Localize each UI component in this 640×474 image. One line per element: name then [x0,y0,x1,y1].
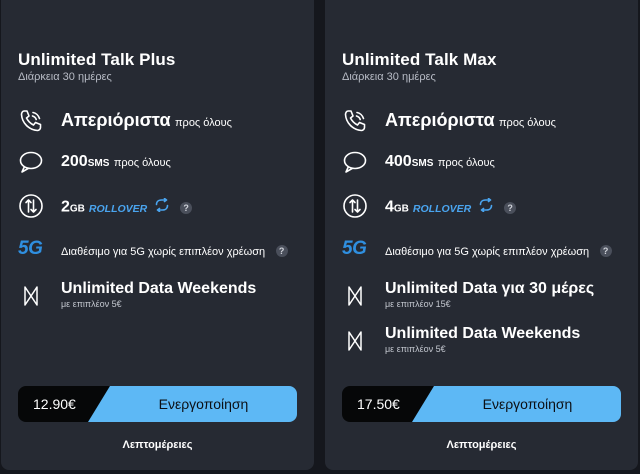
feature-calls: Απεριόριστα προς όλους [342,108,628,134]
chat-bubble-icon [342,149,368,175]
sms-suffix: προς όλους [437,157,495,169]
details-link[interactable]: Λεπτομέρειες [325,439,638,451]
5g-text: Διαθέσιμο για 5G χωρίς επιπλέον χρέωση [61,246,266,258]
feature-calls: Απεριόριστα προς όλους [18,108,304,134]
bowtie-icon [342,328,368,354]
plan-duration: Διάρκεια 30 ημέρες [18,71,112,83]
chat-bubble-icon [18,149,44,175]
extra-title: Unlimited Data για 30 μέρες [385,280,595,297]
activate-button[interactable]: Ενεργοποίηση [88,386,297,422]
activate-button[interactable]: Ενεργοποίηση [412,386,621,422]
data-amount: 2 [61,198,70,216]
plan-price: 17.50€ [357,396,400,412]
plan-cta: 12.90€ Ενεργοποίηση [18,386,297,422]
sms-suffix: προς όλους [113,157,171,169]
calls-main: Απεριόριστα [385,110,495,130]
bowtie-icon [342,283,368,309]
extra-title: Unlimited Data Weekends [385,325,581,342]
data-transfer-icon [18,193,44,219]
feature-5g: 5G Διαθέσιμο για 5G χωρίς επιπλέον χρέωσ… [342,236,628,262]
feature-5g: 5G Διαθέσιμο για 5G χωρίς επιπλέον χρέωσ… [18,236,304,262]
feature-data: 4GB ROLLOVER ? [342,193,628,219]
rollover-refresh-icon [478,197,494,217]
feature-sms: 400SMS προς όλους [342,149,628,175]
feature-sms: 200SMS προς όλους [18,149,304,175]
sms-count: 400 [385,153,412,170]
feature-data: 2GB ROLLOVER ? [18,193,304,219]
feature-extra: Unlimited Data για 30 μέρες με επιπλέον … [342,280,628,310]
help-icon[interactable]: ? [504,201,517,214]
plan-cta: 17.50€ Ενεργοποίηση [342,386,621,422]
plan-title: Unlimited Talk Max [342,50,497,69]
plan-card-talk-plus: Unlimited Talk Plus Διάρκεια 30 ημέρες Α… [1,0,314,470]
5g-icon: 5G [18,238,43,259]
data-unit: GB [69,203,85,215]
details-link[interactable]: Λεπτομέρειες [1,439,314,451]
activate-button-label: Ενεργοποίηση [158,396,249,412]
phone-icon [342,108,368,134]
feature-extra: Unlimited Data Weekends με επιπλέον 5€ [342,325,628,355]
extra-note: με επιπλέον 15€ [385,299,451,309]
help-icon[interactable]: ? [180,201,193,214]
bowtie-icon [18,283,44,309]
extra-note: με επιπλέον 5€ [61,299,122,309]
rollover-label: ROLLOVER [412,202,472,215]
sms-count: 200 [61,153,88,170]
plan-title: Unlimited Talk Plus [18,50,176,69]
extra-note: με επιπλέον 5€ [385,344,446,354]
5g-icon: 5G [342,238,367,259]
sms-unit: SMS [411,158,434,169]
extra-title: Unlimited Data Weekends [61,280,257,297]
sms-unit: SMS [87,158,110,169]
rollover-refresh-icon [154,197,170,217]
calls-suffix: προς όλους [498,117,556,129]
plan-duration: Διάρκεια 30 ημέρες [342,71,436,83]
data-amount: 4 [385,198,394,216]
data-unit: GB [393,203,409,215]
phone-icon [18,108,44,134]
calls-suffix: προς όλους [174,117,232,129]
plan-price: 12.90€ [33,396,76,412]
calls-main: Απεριόριστα [61,110,171,130]
help-icon[interactable]: ? [275,244,288,257]
5g-text: Διαθέσιμο για 5G χωρίς επιπλέον χρέωση [385,246,590,258]
help-icon[interactable]: ? [599,244,612,257]
data-transfer-icon [342,193,368,219]
activate-button-label: Ενεργοποίηση [482,396,573,412]
plan-card-talk-max: Unlimited Talk Max Διάρκεια 30 ημέρες Απ… [325,0,638,470]
feature-extra: Unlimited Data Weekends με επιπλέον 5€ [18,280,304,310]
rollover-label: ROLLOVER [88,202,148,215]
